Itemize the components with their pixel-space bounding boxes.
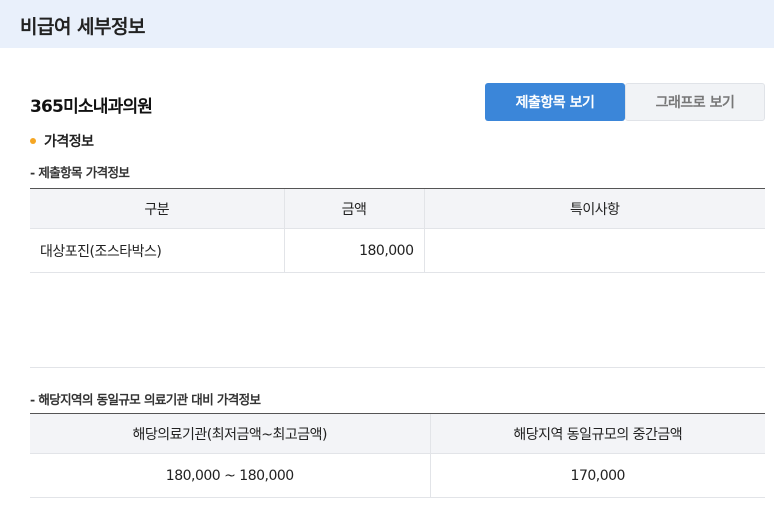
- section-title: 가격정보: [30, 131, 94, 151]
- cell-amount: 180,000: [283, 228, 424, 273]
- compare-table-caption: - 해당지역의 동일규모 의료기관 대비 가격정보: [30, 392, 261, 407]
- section-title-label: 가격정보: [44, 134, 94, 150]
- clinic-name: 365미소내과의원: [30, 97, 153, 117]
- cell-notes: [423, 228, 765, 273]
- table-row: 대상포진(조스타박스) 180,000: [30, 228, 765, 273]
- page-header: 비급여 세부정보: [0, 0, 774, 48]
- page-title: 비급여 세부정보: [20, 16, 145, 38]
- cell-clinic-range: 180,000 ~ 180,000: [30, 453, 430, 498]
- cell-region-median: 170,000: [429, 453, 765, 498]
- table-row: 180,000 ~ 180,000 170,000: [30, 453, 765, 498]
- cell-category: 대상포진(조스타박스): [30, 228, 284, 273]
- column-header-notes: 특이사항: [423, 188, 765, 229]
- column-header-category: 구분: [30, 188, 284, 229]
- price-table: 구분 금액 특이사항 대상포진(조스타박스) 180,000: [30, 188, 765, 273]
- table-header-row: 해당의료기관(최저금액~최고금액) 해당지역 동일규모의 중간금액: [30, 413, 765, 454]
- bullet-dot-icon: [30, 138, 36, 144]
- price-table-caption: - 제출항목 가격정보: [30, 165, 130, 180]
- compare-table: 해당의료기관(최저금액~최고금액) 해당지역 동일규모의 중간금액 180,00…: [30, 413, 765, 498]
- section-divider: [30, 367, 765, 368]
- table-header-row: 구분 금액 특이사항: [30, 188, 765, 229]
- tab-graph-view[interactable]: 그래프로 보기: [625, 83, 765, 121]
- column-header-region-median: 해당지역 동일규모의 중간금액: [429, 413, 765, 454]
- column-header-clinic-range: 해당의료기관(최저금액~최고금액): [30, 413, 430, 454]
- column-header-amount: 금액: [283, 188, 424, 229]
- tab-submitted-items[interactable]: 제출항목 보기: [485, 83, 625, 121]
